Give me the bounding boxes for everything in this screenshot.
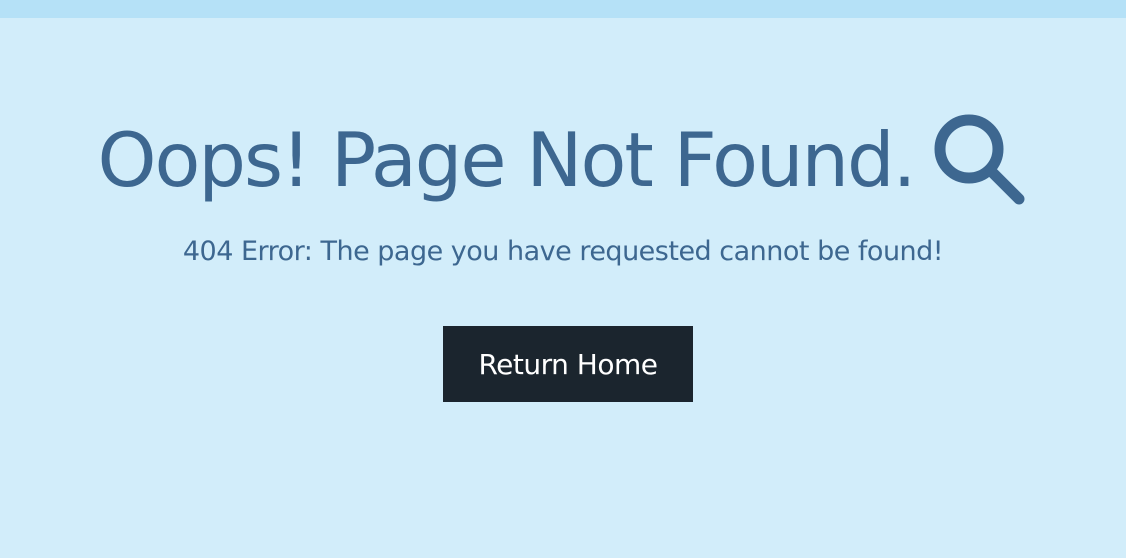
search-icon — [931, 111, 1029, 209]
return-home-button[interactable]: Return Home — [443, 326, 693, 402]
error-page: Oops! Page Not Found. 404 Error: The pag… — [0, 0, 1126, 558]
page-title: Oops! Page Not Found. — [97, 115, 916, 204]
headline-row: Oops! Page Not Found. — [0, 104, 1126, 216]
error-message: 404 Error: The page you have requested c… — [182, 236, 944, 267]
